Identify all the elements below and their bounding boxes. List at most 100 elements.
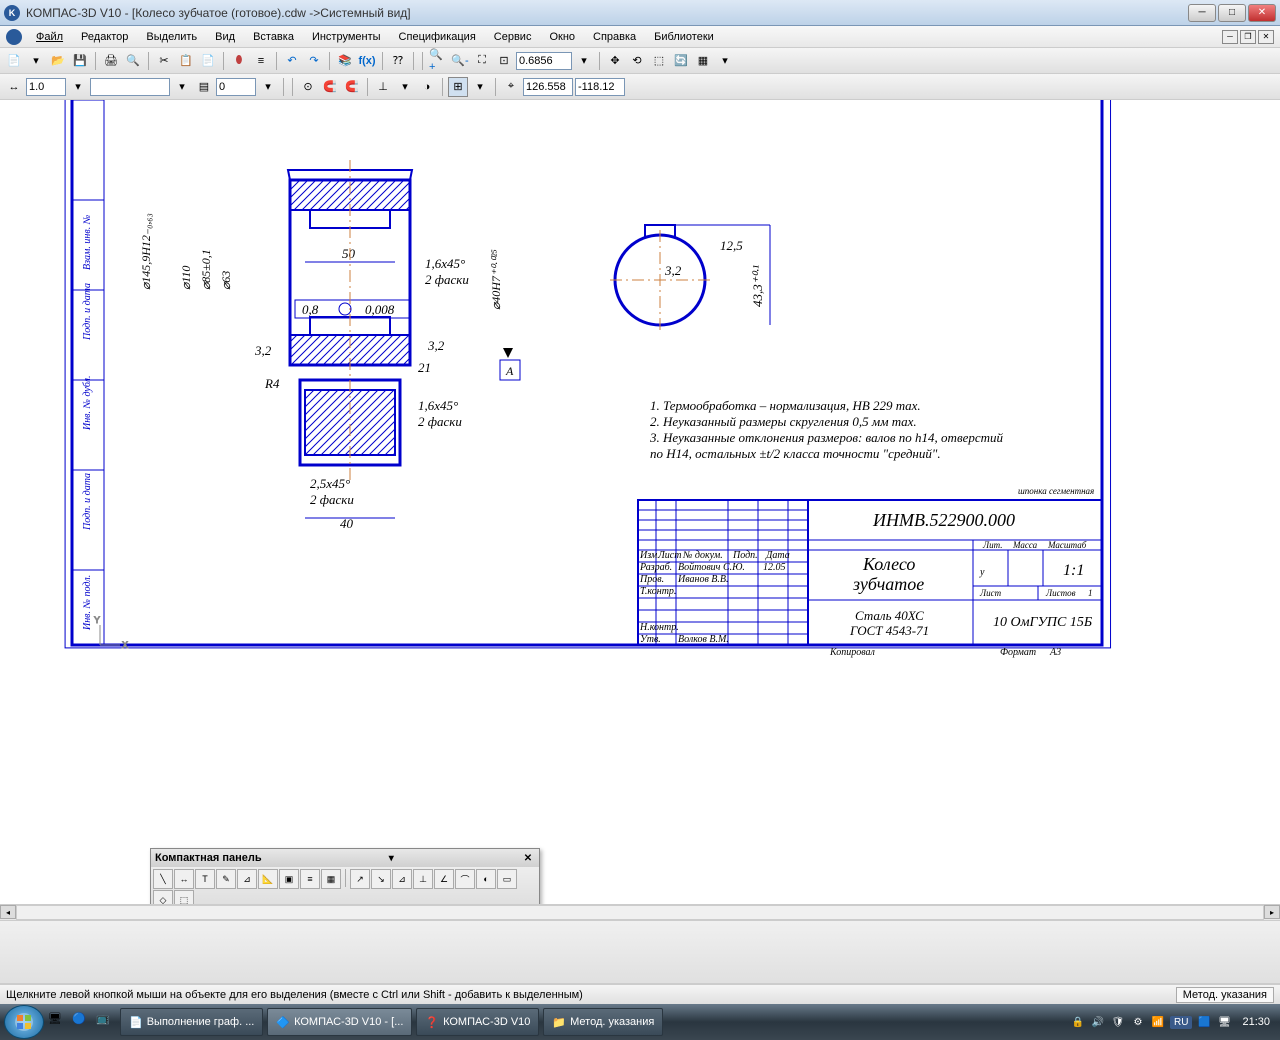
layer-input[interactable] (216, 78, 256, 96)
menu-edit[interactable]: Редактор (73, 29, 136, 45)
taskbar-item-1[interactable]: 📄 Выполнение граф. ... (120, 1008, 263, 1036)
cp-tool8-button[interactable]: ▭ (497, 869, 517, 889)
clock[interactable]: 21:30 (1236, 1016, 1276, 1028)
tray-icon-1[interactable]: 🔒 (1070, 1014, 1086, 1030)
compact-panel-pin-icon[interactable]: ▾ (384, 851, 398, 865)
library-button[interactable]: 📚 (335, 51, 355, 71)
cp-tool2-button[interactable]: ↘ (371, 869, 391, 889)
tray-icon-4[interactable]: ⚙ (1130, 1014, 1146, 1030)
tray-icon-2[interactable]: 🔊 (1090, 1014, 1106, 1030)
zoom-dropdown[interactable]: ▾ (574, 51, 594, 71)
cp-geom-button[interactable]: ╲ (153, 869, 173, 889)
coord-x-input[interactable] (523, 78, 573, 96)
local-cs-button[interactable]: ⌖ (501, 77, 521, 97)
start-button[interactable] (4, 1005, 44, 1039)
quick-launch-1[interactable]: 🖥 (48, 1012, 68, 1032)
display-dropdown[interactable]: ▾ (715, 51, 735, 71)
compact-panel[interactable]: Компактная панель ▾ ✕ ╲ ↔ T ✎ ⊿ 📐 ▣ ≡ ▦ … (150, 848, 540, 904)
print-button[interactable]: 🖨 (101, 51, 121, 71)
scroll-left-button[interactable]: ◂ (0, 905, 16, 919)
cp-tool7-button[interactable]: ◐ (476, 869, 496, 889)
cp-select-button[interactable]: ▣ (279, 869, 299, 889)
mdi-minimize-button[interactable]: ─ (1222, 30, 1238, 44)
cp-param-button[interactable]: ⊿ (237, 869, 257, 889)
preview-button[interactable]: 🔍 (123, 51, 143, 71)
cp-tool4-button[interactable]: ⊥ (413, 869, 433, 889)
menu-select[interactable]: Выделить (138, 29, 205, 45)
mdi-close-button[interactable]: ✕ (1258, 30, 1274, 44)
tree-button[interactable]: ≡ (251, 51, 271, 71)
refresh-button[interactable]: 🔄 (671, 51, 691, 71)
menu-spec[interactable]: Спецификация (391, 29, 484, 45)
scroll-right-button[interactable]: ▸ (1264, 905, 1280, 919)
cut-button[interactable]: ✂ (154, 51, 174, 71)
cp-spec-button[interactable]: ≡ (300, 869, 320, 889)
grid-dropdown[interactable]: ▾ (470, 77, 490, 97)
props-button[interactable]: ⬮ (229, 51, 249, 71)
minimize-button[interactable]: ─ (1188, 4, 1216, 22)
tray-icon-3[interactable]: 🛡 (1110, 1014, 1126, 1030)
tray-icon-5[interactable]: 📶 (1150, 1014, 1166, 1030)
open-button[interactable]: 📂 (48, 51, 68, 71)
drawing-area[interactable]: Подп. и дата Инв. № дубл. Взам. инв. № П… (0, 100, 1280, 904)
snap1-button[interactable]: ⊙ (298, 77, 318, 97)
menu-view[interactable]: Вид (207, 29, 243, 45)
menu-libraries[interactable]: Библиотеки (646, 29, 722, 45)
ortho-dropdown[interactable]: ▾ (395, 77, 415, 97)
close-button[interactable]: ✕ (1248, 4, 1276, 22)
cp-tool10-button[interactable]: ⬚ (174, 890, 194, 904)
compact-panel-close-icon[interactable]: ✕ (521, 851, 535, 865)
style-dropdown[interactable]: ▾ (172, 77, 192, 97)
quick-launch-2[interactable]: 🔵 (72, 1012, 92, 1032)
cp-measure-button[interactable]: 📐 (258, 869, 278, 889)
redo-button[interactable]: ↷ (304, 51, 324, 71)
zoom-window-button[interactable]: ⛶ (472, 51, 492, 71)
taskbar-item-3[interactable]: ❓ КОМПАС-3D V10 (416, 1008, 539, 1036)
zoom-value-input[interactable] (516, 52, 572, 70)
cp-tool9-button[interactable]: ◇ (153, 890, 173, 904)
paste-button[interactable]: 📄 (198, 51, 218, 71)
snap2-button[interactable]: 🧲 (320, 77, 340, 97)
grid-button[interactable]: ⊞ (448, 77, 468, 97)
cp-tool5-button[interactable]: ∠ (434, 869, 454, 889)
coord-y-input[interactable] (575, 78, 625, 96)
menu-window[interactable]: Окно (541, 29, 583, 45)
help-context-button[interactable]: ⁇ (388, 51, 408, 71)
taskbar-item-2[interactable]: 🔷 КОМПАС-3D V10 - [... (267, 1008, 412, 1036)
compact-panel-title[interactable]: Компактная панель ▾ ✕ (151, 849, 539, 867)
taskbar-item-4[interactable]: 📁 Метод. указания (543, 1008, 663, 1036)
snap3-button[interactable]: 🧲 (342, 77, 362, 97)
cp-tool6-button[interactable]: ⌒ (455, 869, 475, 889)
ortho-button[interactable]: ⊥ (373, 77, 393, 97)
menu-tools[interactable]: Инструменты (304, 29, 389, 45)
cp-annot-button[interactable]: T (195, 869, 215, 889)
zoom-prev-button[interactable]: ⟲ (627, 51, 647, 71)
round-button[interactable]: ◑ (417, 77, 437, 97)
save-button[interactable]: 💾 (70, 51, 90, 71)
zoom-all-button[interactable]: ⬚ (649, 51, 669, 71)
pan-button[interactable]: ✥ (605, 51, 625, 71)
menu-file[interactable]: Файл (28, 29, 71, 45)
cp-edit-button[interactable]: ✎ (216, 869, 236, 889)
menu-service[interactable]: Сервис (486, 29, 540, 45)
new-button[interactable]: 📄 (4, 51, 24, 71)
zoom-scale-button[interactable]: ⊡ (494, 51, 514, 71)
var-button[interactable]: f(x) (357, 51, 377, 71)
new-dropdown[interactable]: ▾ (26, 51, 46, 71)
cp-tool3-button[interactable]: ⊿ (392, 869, 412, 889)
quick-launch-3[interactable]: 📺 (96, 1012, 116, 1032)
layer-dropdown[interactable]: ▾ (258, 77, 278, 97)
maximize-button[interactable]: □ (1218, 4, 1246, 22)
display-button[interactable]: ▦ (693, 51, 713, 71)
step-dropdown[interactable]: ▾ (68, 77, 88, 97)
menu-help[interactable]: Справка (585, 29, 644, 45)
tray-icon-7[interactable]: 🖥 (1216, 1014, 1232, 1030)
menu-insert[interactable]: Вставка (245, 29, 302, 45)
mdi-restore-button[interactable]: ❐ (1240, 30, 1256, 44)
language-indicator[interactable]: RU (1170, 1016, 1192, 1029)
zoom-out-button[interactable]: 🔍- (450, 51, 470, 71)
step-input[interactable] (26, 78, 66, 96)
step-button[interactable]: ↔ (4, 77, 24, 97)
style-input[interactable] (90, 78, 170, 96)
cp-dim-button[interactable]: ↔ (174, 869, 194, 889)
